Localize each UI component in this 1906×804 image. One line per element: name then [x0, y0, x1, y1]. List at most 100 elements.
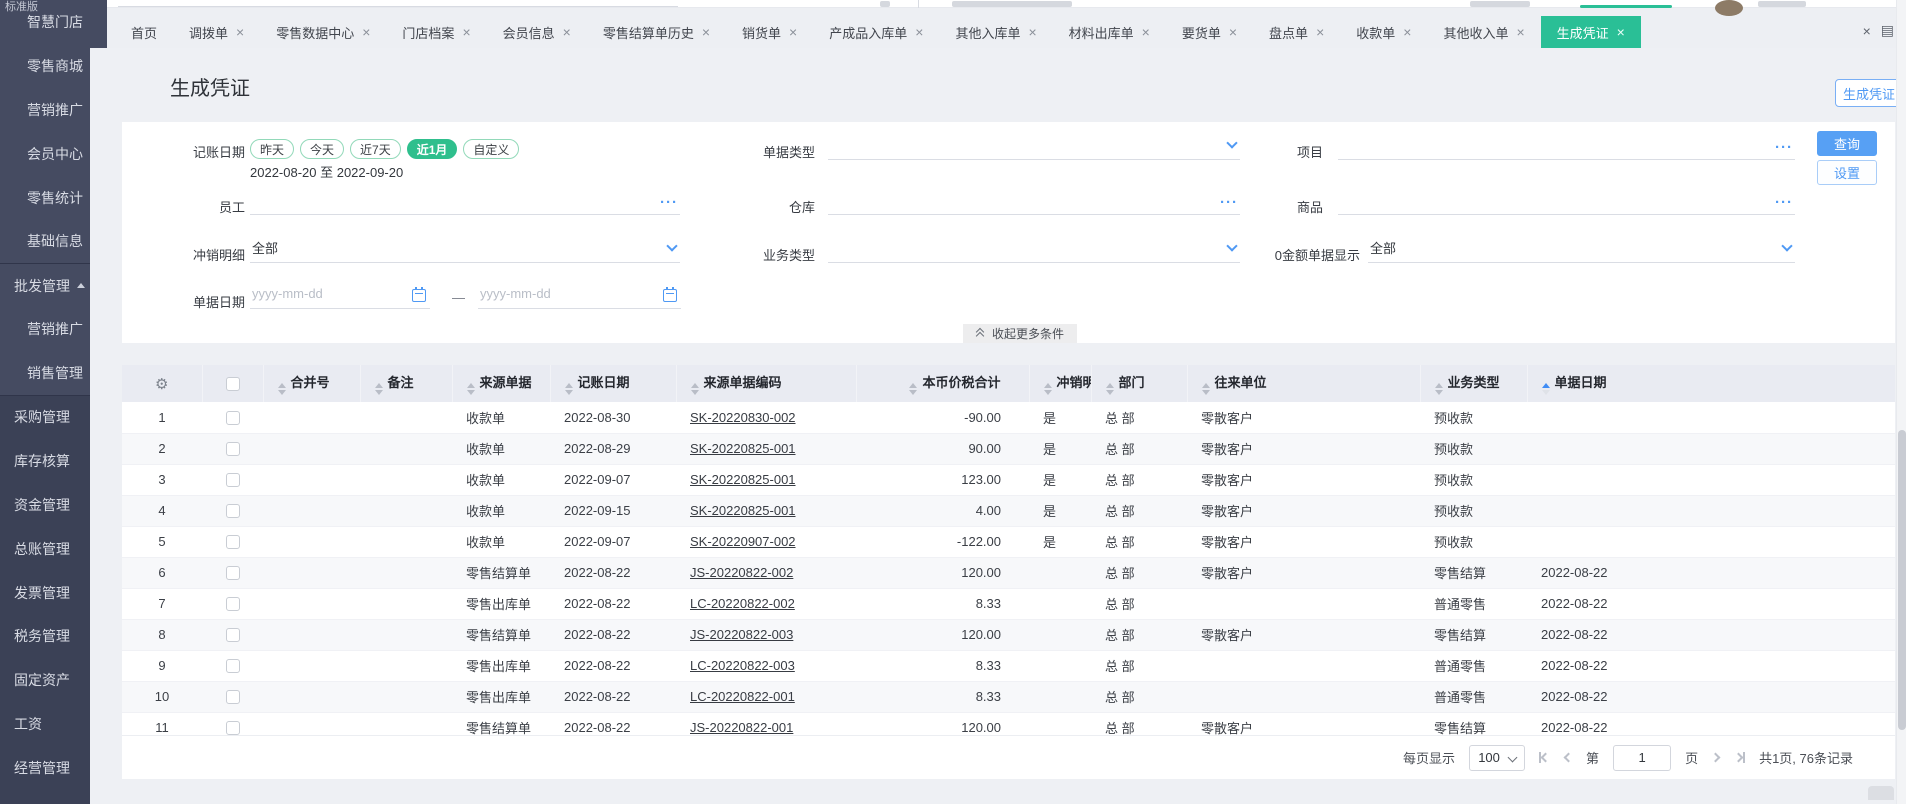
tab[interactable]: 调拨单 × — [173, 16, 260, 48]
doc-type-select[interactable] — [828, 133, 1240, 160]
close-icon[interactable]: × — [1316, 24, 1324, 40]
row-checkbox[interactable] — [225, 504, 240, 519]
tab[interactable]: 要货单 × — [1166, 16, 1253, 48]
tab[interactable]: 销货单 × — [726, 16, 813, 48]
column-header[interactable]: 来源单据 — [452, 365, 551, 402]
column-header[interactable]: 备注 — [360, 365, 453, 402]
sidebar-item[interactable]: 营销推广 — [0, 307, 90, 352]
column-header[interactable]: 业务类型 — [1420, 365, 1528, 402]
date-quick-option[interactable]: 今天 — [300, 139, 345, 159]
column-header[interactable]: 冲销明细 — [1029, 365, 1092, 402]
date-quick-option[interactable]: 自定义 — [463, 139, 520, 159]
close-icon[interactable]: × — [563, 24, 571, 40]
close-icon[interactable]: × — [789, 24, 797, 40]
row-checkbox[interactable] — [225, 659, 240, 674]
sidebar-item[interactable]: 经营管理 — [0, 746, 90, 790]
sidebar-item[interactable]: 资金管理 — [0, 483, 90, 527]
calendar-icon[interactable] — [663, 287, 677, 302]
select-all-checkbox[interactable] — [225, 377, 240, 392]
column-header[interactable]: 来源单据编码 — [676, 365, 857, 402]
sidebar-item[interactable]: 会员中心 — [0, 131, 90, 176]
column-header[interactable]: 本币价税合计 — [856, 365, 1030, 402]
sidebar-item[interactable]: 采购管理 — [0, 395, 90, 439]
tab[interactable]: 门店档案 × — [386, 16, 486, 48]
column-header[interactable]: 往来单位 — [1187, 365, 1421, 402]
sidebar-item[interactable]: 固定资产 — [0, 658, 90, 702]
doc-code-link[interactable]: LC-20220822-002 — [690, 596, 795, 611]
close-all-tabs-icon[interactable]: × — [1863, 23, 1871, 39]
sort-icon[interactable] — [1201, 383, 1210, 395]
date-quick-option[interactable]: 昨天 — [250, 139, 295, 159]
goods-select[interactable]: ··· — [1338, 188, 1795, 215]
row-checkbox[interactable] — [225, 442, 240, 457]
sidebar-item[interactable]: 销售管理 — [0, 351, 90, 396]
close-icon[interactable]: × — [702, 24, 710, 40]
sidebar-item[interactable]: 批发管理 — [0, 263, 90, 308]
doc-date-end-input[interactable] — [478, 280, 681, 309]
tab[interactable]: 零售数据中心 × — [260, 16, 386, 48]
sidebar-item[interactable]: 零售商城 — [0, 43, 90, 88]
tab[interactable]: 会员信息 × — [487, 16, 587, 48]
sidebar-item[interactable]: 库存核算 — [0, 439, 90, 483]
row-checkbox[interactable] — [225, 690, 240, 705]
doc-date-start-input[interactable] — [250, 280, 430, 309]
doc-code-link[interactable]: JS-20220822-003 — [690, 627, 793, 642]
close-icon[interactable]: × — [362, 24, 370, 40]
close-icon[interactable]: × — [1229, 24, 1237, 40]
sidebar-item[interactable]: 零售统计 — [0, 175, 90, 220]
date-quick-option[interactable]: 近1月 — [406, 139, 458, 159]
row-checkbox[interactable] — [225, 721, 240, 735]
gear-icon[interactable]: ⚙ — [155, 376, 168, 393]
sidebar-item[interactable]: 营销推广 — [0, 87, 90, 132]
next-page-button[interactable] — [1710, 752, 1721, 763]
zero-amount-select[interactable]: 全部 — [1368, 236, 1795, 263]
doc-code-link[interactable]: SK-20220825-001 — [690, 441, 796, 456]
sidebar-item[interactable]: 发票管理 — [0, 571, 90, 615]
sort-icon[interactable] — [466, 383, 475, 395]
collapse-more-filters-button[interactable]: 收起更多条件 — [963, 324, 1077, 343]
close-icon[interactable]: × — [1028, 24, 1036, 40]
doc-code-link[interactable]: SK-20220825-001 — [690, 472, 796, 487]
page-number-input[interactable] — [1613, 744, 1672, 771]
tab[interactable]: 产成品入库单 × — [813, 16, 939, 48]
sidebar-item[interactable]: 工资 — [0, 702, 90, 746]
row-checkbox[interactable] — [225, 628, 240, 643]
doc-code-link[interactable]: SK-20220830-002 — [690, 410, 796, 425]
employee-select[interactable]: ··· — [250, 188, 680, 215]
sidebar-item[interactable]: 总账管理 — [0, 527, 90, 571]
tab[interactable]: 材料出库单 × — [1053, 16, 1166, 48]
sidebar-item[interactable]: 基础信息 — [0, 219, 90, 264]
sort-icon[interactable] — [1105, 383, 1114, 395]
tab-panel-icon[interactable]: ▤ — [1881, 22, 1894, 39]
close-icon[interactable]: × — [1516, 24, 1524, 40]
ellipsis-icon[interactable]: ··· — [1775, 194, 1793, 211]
sort-icon[interactable] — [564, 383, 573, 395]
sort-icon[interactable] — [277, 383, 286, 395]
column-header[interactable]: 记账日期 — [550, 365, 677, 402]
sort-icon[interactable] — [374, 383, 383, 395]
scrollbar-thumb[interactable] — [1898, 430, 1906, 730]
first-page-button[interactable] — [1539, 752, 1551, 763]
page-size-select[interactable]: 100 — [1469, 744, 1526, 771]
tab[interactable]: 盘点单 × — [1253, 16, 1340, 48]
sidebar-item[interactable]: 税务管理 — [0, 614, 90, 658]
column-header[interactable]: 合并号 — [263, 365, 361, 402]
calendar-icon[interactable] — [412, 287, 426, 302]
doc-code-link[interactable]: SK-20220825-001 — [690, 503, 796, 518]
ellipsis-icon[interactable]: ··· — [660, 194, 678, 211]
tab[interactable]: 收款单 × — [1340, 16, 1427, 48]
writeoff-select[interactable]: 全部 — [250, 236, 680, 263]
close-icon[interactable]: × — [462, 24, 470, 40]
doc-code-link[interactable]: LC-20220822-001 — [690, 689, 795, 704]
close-icon[interactable]: × — [236, 24, 244, 40]
close-icon[interactable]: × — [1142, 24, 1150, 40]
close-icon[interactable]: × — [1403, 24, 1411, 40]
doc-code-link[interactable]: JS-20220822-001 — [690, 720, 793, 735]
tab[interactable]: 其他收入单 × — [1427, 16, 1540, 48]
avatar[interactable] — [1715, 0, 1743, 16]
doc-code-link[interactable]: LC-20220822-003 — [690, 658, 795, 673]
doc-code-link[interactable]: JS-20220822-002 — [690, 565, 793, 580]
sort-icon[interactable] — [1434, 383, 1443, 395]
prev-page-button[interactable] — [1563, 752, 1574, 763]
date-quick-option[interactable]: 近7天 — [350, 139, 401, 159]
